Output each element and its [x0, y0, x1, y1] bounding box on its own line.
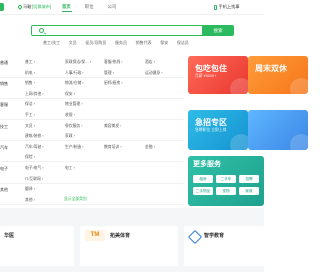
category-link[interactable]: 文员 › [25, 124, 35, 129]
category-group-label: 电子 [0, 166, 8, 171]
search-icon [39, 28, 44, 33]
category-link[interactable]: 厨师/厨房 › [104, 81, 123, 86]
nav-companies[interactable]: 公司 [108, 4, 117, 10]
category-link[interactable]: 收银 › [65, 113, 75, 118]
category-link[interactable]: 客服/热线 › [104, 60, 123, 65]
location-pin-icon [17, 4, 23, 10]
mobile-link[interactable]: 手机上找事 [214, 4, 239, 10]
hot-keyword[interactable]: 普工/技工 [43, 40, 60, 46]
category-link[interactable]: 餐饮服务 › [65, 124, 83, 129]
category-link[interactable]: 生产/制造 › [65, 145, 84, 150]
promo-card-urgent[interactable]: 急招专区 急聘职位 立即上岗 [188, 110, 248, 150]
search-button[interactable]: 搜索 [202, 25, 234, 36]
category-link[interactable]: 酒店 › [145, 60, 155, 65]
more-categories-link[interactable]: 显示全部类别 [64, 197, 87, 202]
category-link[interactable]: 管理 › [104, 71, 114, 76]
promo-decoration [290, 78, 308, 94]
promo-card-food-housing[interactable]: 包吃包住 月薪 ¥5000+ [188, 56, 248, 94]
search-bar: 搜索 [31, 25, 234, 36]
services-title: 更多服务 [193, 161, 221, 168]
service-button[interactable]: 宠物 [216, 187, 236, 195]
category-link[interactable]: 运动健身 › [145, 71, 163, 76]
phone-icon [214, 4, 217, 10]
mobile-link-label: 手机上找事 [218, 4, 240, 9]
company-logo [189, 230, 199, 241]
category-list: 普通 普工 › 家政保洁/保… › 客服/热线 › 酒店 › 机电 › 人事/行政 › 管理 … [0, 56, 184, 206]
promo-title: 包吃包住 [195, 64, 227, 73]
logo[interactable] [0, 3, 4, 11]
category-link[interactable]: 家政 › [65, 134, 75, 139]
category-group-label: 普通 [0, 60, 8, 65]
category-group-label: 销售 [0, 81, 8, 87]
promo-subtitle: 月薪 ¥5000+ [195, 74, 217, 78]
category-link[interactable]: 销售 › [25, 81, 35, 86]
category-link[interactable]: 人事/行政 › [65, 71, 84, 76]
category-group-label: 客服 [0, 102, 8, 108]
category-link[interactable]: 保险 › [25, 155, 35, 160]
category-group-label: 汽车 [0, 144, 8, 150]
category-link[interactable]: 机电 › [25, 71, 35, 76]
more-services-panel: 更多服务 租房 二手车 招聘 二手物品 宠物 家政 [188, 156, 264, 206]
category-link[interactable]: 手工 › [25, 113, 35, 118]
service-button[interactable]: 二手车 [216, 175, 236, 183]
company-card[interactable]: 智学教育 [184, 226, 264, 266]
location[interactable]: 马鞍 [17, 4, 32, 10]
hot-keyword[interactable]: 文员 [69, 40, 77, 46]
switch-city-link[interactable]: [切换城市] [32, 4, 51, 10]
promo-decoration [230, 78, 248, 94]
hot-keyword[interactable]: 促员/导购员 [85, 40, 106, 46]
category-link[interactable]: 物流/仓储 › [65, 81, 84, 86]
nav-jobs[interactable]: 职位 [85, 4, 94, 10]
service-button[interactable]: 租房 [193, 175, 213, 183]
category-divider [0, 203, 184, 205]
nav-active-indicator [62, 11, 72, 12]
category-link[interactable]: 美容美发 › [104, 124, 122, 129]
category-group-label: 其他 [0, 187, 8, 193]
service-button[interactable]: 二手物品 [193, 187, 213, 195]
hot-keyword[interactable]: 保安 [160, 40, 168, 46]
category-link[interactable]: 保洁 › [25, 102, 35, 107]
category-link[interactable]: 家政保洁/保… › [65, 60, 91, 65]
hot-keyword[interactable]: 服务员 [115, 40, 127, 46]
location-label: 马鞍 [23, 4, 32, 9]
promo-title: 周末双休 [255, 64, 287, 73]
hot-keyword[interactable]: 销售代表 [136, 40, 152, 46]
category-link[interactable]: 其他 › [25, 198, 35, 203]
category-link[interactable]: 电子/电气 › [25, 166, 44, 171]
promo-decoration [230, 134, 248, 150]
promo-card-extra[interactable] [248, 110, 308, 150]
hot-keyword[interactable]: 保洁员 [177, 40, 189, 46]
promo-decoration [290, 134, 308, 150]
company-name: 拓美体育 [110, 233, 131, 239]
category-link[interactable]: 保安 › [65, 92, 75, 97]
category-link[interactable]: IT/互联网 › [25, 177, 43, 182]
category-link[interactable]: 电工 › [65, 166, 75, 171]
promo-title: 急招专区 [195, 118, 227, 127]
promo-card-weekend[interactable]: 周末双休 [248, 56, 308, 94]
service-button[interactable]: 招聘 [239, 175, 259, 183]
company-name: 华医 [4, 233, 15, 239]
category-row: 其他 › [0, 194, 184, 208]
main-nav: 首页 职位 公司 [62, 4, 116, 10]
category-link[interactable]: 建筑/装修 › [25, 134, 44, 139]
top-bar: 马鞍 [切换城市] 首页 职位 公司 手机上找事 [0, 0, 264, 15]
category-link[interactable]: 翻译 › [25, 187, 35, 192]
promo-subtitle: 急聘职位 立即上岗 [195, 128, 227, 132]
nav-home[interactable]: 首页 [62, 4, 71, 10]
category-link[interactable]: 普工 › [25, 60, 35, 65]
company-card[interactable]: TM 拓美体育 [80, 226, 178, 266]
category-link[interactable]: 上网/其他 › [25, 92, 44, 97]
company-name: 智学教育 [204, 233, 225, 239]
category-link[interactable]: 物业管理 › [65, 102, 83, 107]
category-group-label: 技工 [0, 123, 8, 129]
company-logo: TM [85, 230, 105, 241]
category-link[interactable]: 金融 › [145, 145, 155, 150]
category-link[interactable]: 汽车/驾驶 › [25, 145, 44, 150]
service-button[interactable]: 家政 [239, 187, 259, 195]
company-card[interactable]: 华医 [0, 226, 74, 266]
hot-keywords: 普工/技工 文员 促员/导购员 服务员 销售代表 保安 保洁员 [43, 40, 189, 46]
category-link[interactable]: 教育培训 › [104, 145, 122, 150]
